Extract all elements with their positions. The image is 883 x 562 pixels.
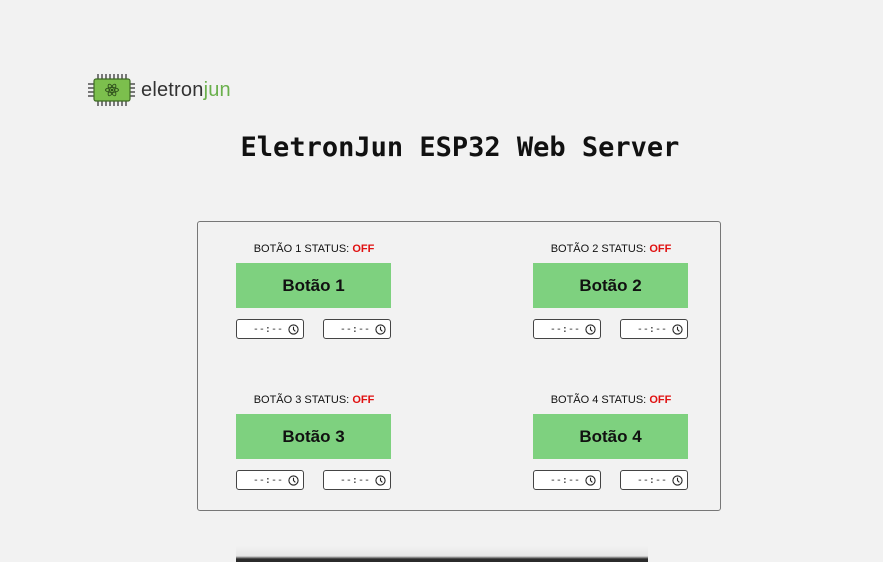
time-inputs: --:-- --:-- — [236, 470, 391, 490]
clock-icon[interactable] — [288, 323, 299, 335]
page-title: EletronJun ESP32 Web Server — [240, 132, 680, 163]
clock-icon[interactable] — [375, 474, 386, 486]
page: eletronjun EletronJun ESP32 Web Server B… — [0, 0, 883, 562]
time-inputs: --:-- --:-- — [533, 470, 688, 490]
time-off-input[interactable]: --:-- — [620, 470, 688, 490]
time-inputs: --:-- --:-- — [236, 319, 391, 339]
time-on-input[interactable]: --:-- — [533, 319, 601, 339]
time-off-input[interactable]: --:-- — [323, 319, 391, 339]
logo-text-jun: jun — [203, 79, 231, 101]
control-botao-3: BOTÃO 3 STATUS: OFF Botão 3 --:-- --:-- — [236, 393, 392, 490]
logo-text: eletronjun — [141, 80, 231, 100]
clock-icon[interactable] — [585, 323, 596, 335]
time-on-value: --:-- — [549, 474, 580, 486]
control-botao-1: BOTÃO 1 STATUS: OFF Botão 1 --:-- --:-- — [236, 242, 392, 339]
logo: eletronjun — [86, 72, 231, 108]
time-on-value: --:-- — [549, 323, 580, 335]
time-off-value: --:-- — [339, 474, 370, 486]
status-value: OFF — [649, 394, 672, 406]
status-value: OFF — [352, 243, 375, 255]
botao-4-button[interactable]: Botão 4 — [533, 414, 688, 459]
time-on-value: --:-- — [252, 474, 283, 486]
time-on-input[interactable]: --:-- — [533, 470, 601, 490]
control-panel: BOTÃO 1 STATUS: OFF Botão 1 --:-- --:-- … — [197, 221, 721, 511]
control-botao-2: BOTÃO 2 STATUS: OFF Botão 2 --:-- --:-- — [533, 242, 689, 339]
status-value: OFF — [352, 394, 375, 406]
botao-1-button[interactable]: Botão 1 — [236, 263, 391, 308]
time-off-value: --:-- — [636, 474, 667, 486]
status-label: BOTÃO 3 STATUS: — [253, 394, 350, 406]
status-line: BOTÃO 3 STATUS: OFF — [236, 393, 392, 407]
time-off-input[interactable]: --:-- — [323, 470, 391, 490]
time-off-value: --:-- — [636, 323, 667, 335]
status-line: BOTÃO 1 STATUS: OFF — [236, 242, 392, 256]
control-botao-4: BOTÃO 4 STATUS: OFF Botão 4 --:-- --:-- — [533, 393, 689, 490]
time-inputs: --:-- --:-- — [533, 319, 688, 339]
time-on-input[interactable]: --:-- — [236, 470, 304, 490]
time-off-input[interactable]: --:-- — [620, 319, 688, 339]
time-off-value: --:-- — [339, 323, 370, 335]
clock-icon[interactable] — [672, 474, 683, 486]
logo-text-eletron: eletron — [141, 79, 204, 101]
botao-2-button[interactable]: Botão 2 — [533, 263, 688, 308]
clock-icon[interactable] — [375, 323, 386, 335]
status-label: BOTÃO 1 STATUS: — [253, 243, 350, 255]
clock-icon[interactable] — [288, 474, 299, 486]
botao-3-button[interactable]: Botão 3 — [236, 414, 391, 459]
status-line: BOTÃO 4 STATUS: OFF — [533, 393, 689, 407]
time-on-value: --:-- — [252, 323, 283, 335]
bottom-panel-edge — [236, 546, 648, 562]
clock-icon[interactable] — [585, 474, 596, 486]
status-line: BOTÃO 2 STATUS: OFF — [533, 242, 689, 256]
status-label: BOTÃO 4 STATUS: — [550, 394, 647, 406]
clock-icon[interactable] — [672, 323, 683, 335]
chip-atom-icon — [88, 74, 135, 106]
status-value: OFF — [649, 243, 672, 255]
time-on-input[interactable]: --:-- — [236, 319, 304, 339]
status-label: BOTÃO 2 STATUS: — [550, 243, 647, 255]
